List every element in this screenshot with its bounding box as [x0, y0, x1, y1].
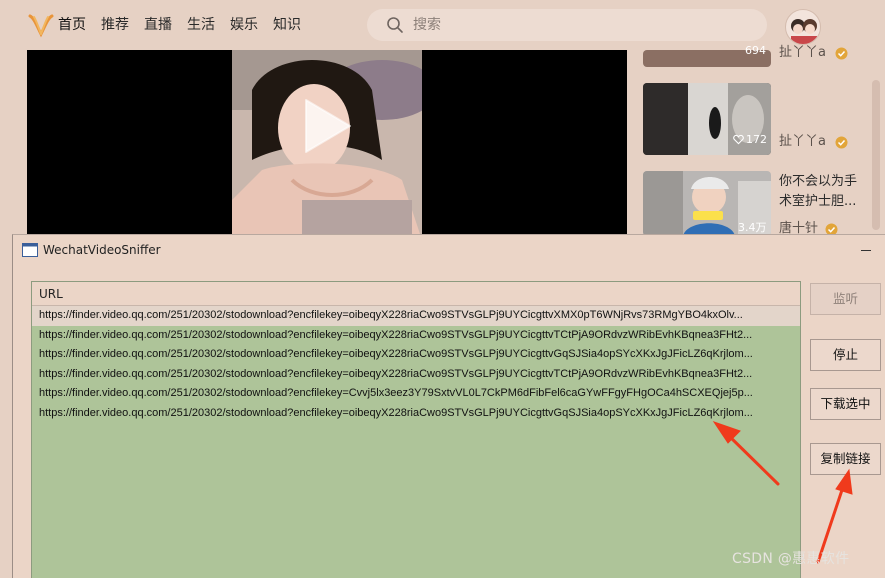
url-column-header[interactable]: URL [32, 282, 800, 306]
rec-count-1: 694 [745, 44, 766, 57]
url-list[interactable]: URL https://finder.video.qq.com/251/2030… [31, 281, 801, 578]
listen-button[interactable]: 监听 [810, 283, 881, 315]
rec-title-3-line-2[interactable]: 术室护士胆... [779, 192, 856, 212]
nav-item-live[interactable]: 直播 [144, 15, 172, 35]
heart-icon [733, 134, 744, 145]
url-row[interactable]: https://finder.video.qq.com/251/20302/st… [32, 326, 800, 346]
logo-icon[interactable] [28, 12, 54, 38]
rec-count-3: 3.4万 [738, 221, 767, 234]
window-app-icon [22, 243, 38, 257]
url-row[interactable]: https://finder.video.qq.com/251/20302/st… [32, 365, 800, 385]
rec-count-2: 172 [746, 133, 767, 146]
copy-link-button[interactable]: 复制链接 [810, 443, 881, 475]
nav-item-life[interactable]: 生活 [187, 15, 215, 35]
verified-badge-icon [835, 47, 848, 60]
window-titlebar[interactable]: WechatVideoSniffer [13, 235, 885, 265]
search-icon [387, 17, 403, 33]
window-title: WechatVideoSniffer [43, 243, 161, 257]
sniffer-window: WechatVideoSniffer URL https://finder.vi… [12, 234, 885, 578]
rec-author-1[interactable]: 扯丫丫a [779, 45, 826, 61]
url-row[interactable]: https://finder.video.qq.com/251/20302/st… [32, 404, 800, 424]
sidebar-scrollbar[interactable] [872, 80, 880, 230]
nav-item-recommend[interactable]: 推荐 [101, 15, 129, 35]
main-nav: 首页 推荐 直播 生活 娱乐 知识 [58, 15, 316, 35]
stop-button[interactable]: 停止 [810, 339, 881, 371]
url-row[interactable]: https://finder.video.qq.com/251/20302/st… [32, 345, 800, 365]
rec-author-2[interactable]: 扯丫丫a [779, 134, 826, 150]
verified-badge-icon [835, 136, 848, 149]
search-placeholder: 搜索 [413, 17, 441, 33]
avatar[interactable] [785, 9, 821, 45]
watermark: CSDN @惠惠软件 [732, 551, 850, 567]
minimize-button[interactable] [855, 245, 877, 257]
url-row[interactable]: https://finder.video.qq.com/251/20302/st… [32, 306, 800, 326]
play-icon[interactable] [298, 96, 358, 156]
nav-item-knowledge[interactable]: 知识 [273, 15, 301, 35]
download-selected-button[interactable]: 下载选中 [810, 388, 881, 420]
rec-title-3-line-1[interactable]: 你不会以为手 [779, 172, 857, 192]
nav-item-home[interactable]: 首页 [58, 15, 86, 35]
url-row[interactable]: https://finder.video.qq.com/251/20302/st… [32, 384, 800, 404]
nav-item-entertainment[interactable]: 娱乐 [230, 15, 258, 35]
